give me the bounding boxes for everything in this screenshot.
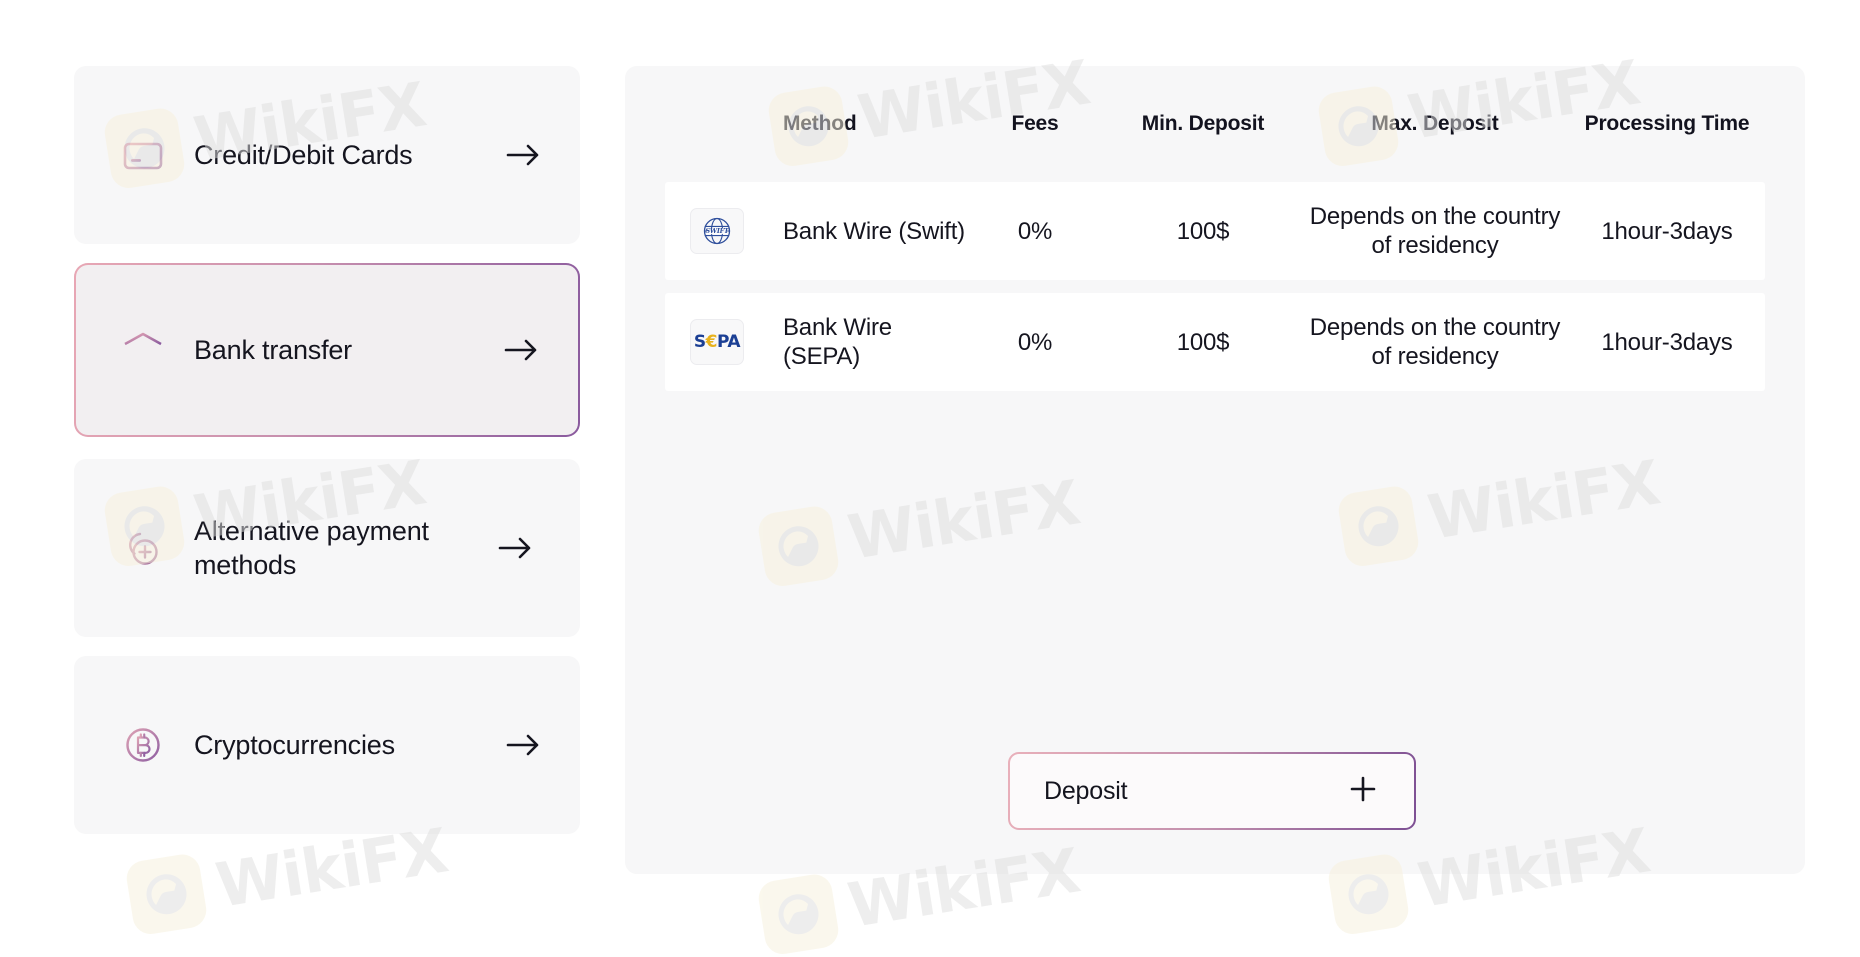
method-fees: 0%: [1017, 217, 1053, 245]
deposit-button-label: Deposit: [1044, 776, 1128, 805]
bitcoin-icon: [118, 720, 168, 770]
svg-text:SWIFT: SWIFT: [705, 227, 730, 235]
table-row[interactable]: S€PA Bank Wire (SEPA) 0% 100$ Depends on…: [665, 293, 1765, 391]
sidebar-item-alternative-payment-methods[interactable]: Alternative payment methods: [74, 459, 580, 637]
wikifx-eagle-icon: [124, 851, 209, 937]
credit-card-icon: [118, 130, 168, 180]
sidebar-item-cryptocurrencies[interactable]: Cryptocurrencies: [74, 656, 580, 834]
swift-logo-icon: SWIFT: [690, 208, 744, 254]
method-fees: 0%: [1017, 328, 1053, 356]
payment-method-sidebar: Credit/Debit Cards Bank transfer Alterna…: [74, 66, 580, 834]
table-row[interactable]: SWIFT Bank Wire (Swift) 0% 100$ Depends …: [665, 182, 1765, 280]
column-header-max-deposit: Max. Deposit: [1371, 112, 1499, 135]
sidebar-item-label: Cryptocurrencies: [194, 730, 395, 760]
sidebar-item-label: Credit/Debit Cards: [194, 140, 413, 170]
deposit-methods-table: Method Fees Min. Deposit Max. Deposit Pr…: [665, 66, 1765, 404]
deposit-button[interactable]: Deposit: [1008, 752, 1416, 830]
arrow-right-icon[interactable]: [494, 528, 538, 568]
plus-icon[interactable]: [1348, 774, 1378, 809]
arrow-right-icon[interactable]: [500, 330, 544, 370]
table-header-row: Method Fees Min. Deposit Max. Deposit Pr…: [665, 66, 1765, 182]
arrow-right-icon[interactable]: [502, 725, 546, 765]
method-min-deposit: 100$: [1176, 328, 1230, 356]
alternative-payment-icon: [118, 523, 168, 573]
method-processing-time: 1hour-3days: [1601, 328, 1733, 356]
bank-icon: [118, 325, 168, 375]
wikifx-eagle-icon: [756, 871, 841, 957]
column-header-min-deposit: Min. Deposit: [1141, 112, 1265, 135]
column-header-fees: Fees: [1011, 112, 1059, 135]
sepa-logo-icon: S€PA: [690, 319, 744, 365]
method-min-deposit: 100$: [1176, 217, 1230, 245]
sidebar-item-label: Bank transfer: [194, 335, 352, 365]
sidebar-item-bank-transfer[interactable]: Bank transfer: [74, 263, 580, 437]
arrow-right-icon[interactable]: [502, 135, 546, 175]
column-header-method: Method: [783, 112, 857, 135]
method-name: Bank Wire (Swift): [783, 217, 965, 245]
method-logo-cell: S€PA: [665, 319, 769, 365]
method-max-deposit: Depends on the country of residency: [1309, 203, 1561, 259]
method-max-deposit: Depends on the country of residency: [1309, 314, 1561, 370]
sidebar-item-label: Alternative payment methods: [194, 516, 429, 580]
method-logo-cell: SWIFT: [665, 208, 769, 254]
method-processing-time: 1hour-3days: [1601, 217, 1733, 245]
column-header-processing-time: Processing Time: [1584, 112, 1750, 135]
selected-gradient-border: Bank transfer: [74, 263, 580, 437]
method-name: Bank Wire (SEPA): [783, 314, 892, 370]
sidebar-item-credit-debit-cards[interactable]: Credit/Debit Cards: [74, 66, 580, 244]
